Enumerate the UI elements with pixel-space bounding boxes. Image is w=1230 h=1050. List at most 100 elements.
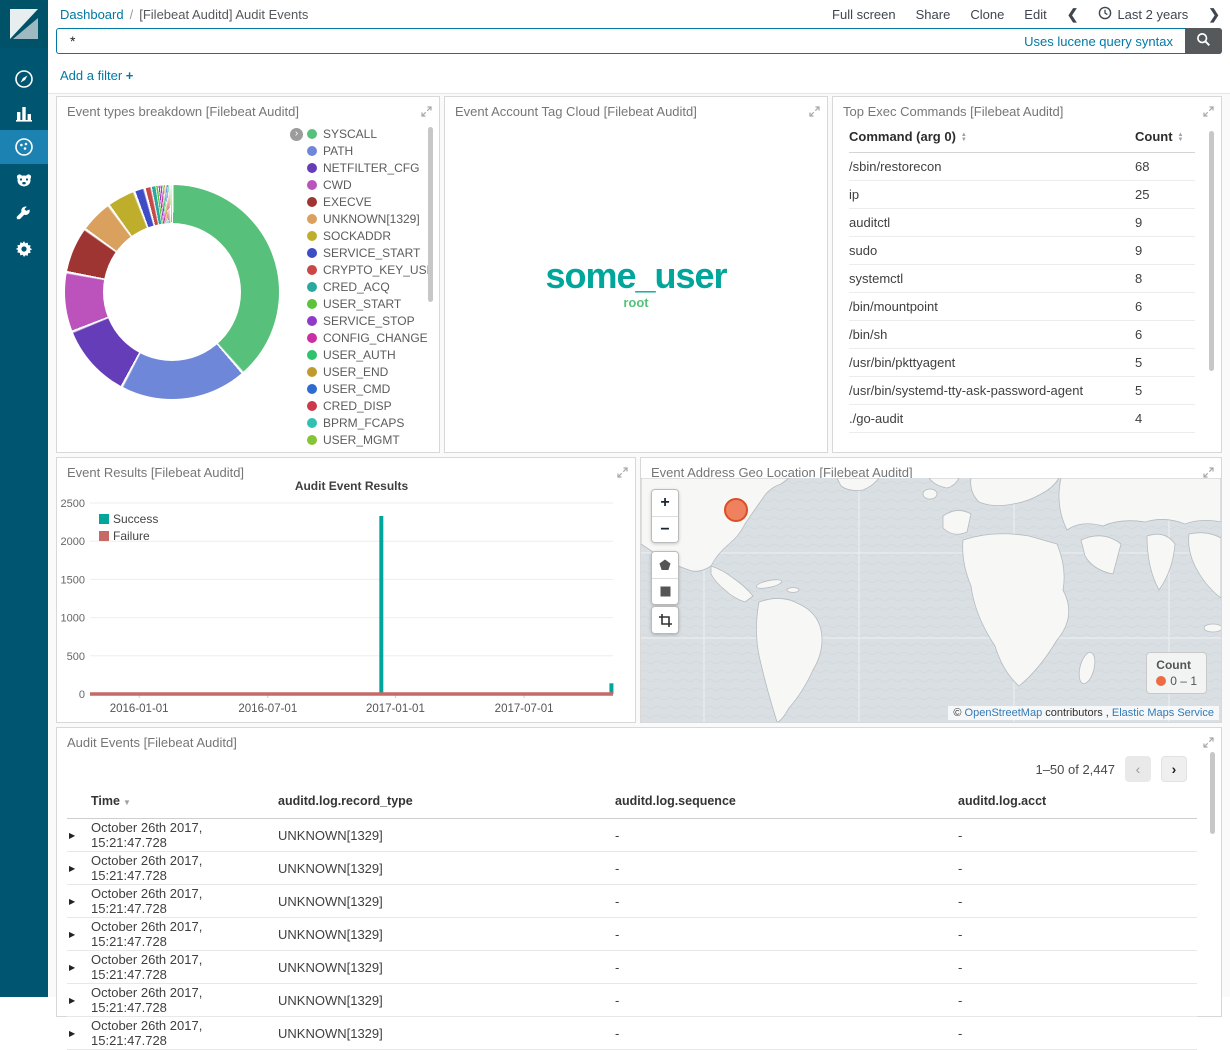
table-row[interactable]: ip25: [849, 181, 1195, 209]
column-header-sequence[interactable]: auditd.log.sequence: [615, 794, 958, 808]
geo-point-marker[interactable]: [725, 499, 747, 521]
expand-panel-icon[interactable]: [421, 104, 432, 115]
legend-dot-icon: [307, 265, 317, 275]
rectangle-tool-button[interactable]: [652, 578, 678, 604]
legend-item[interactable]: CRYPTO_KEY_USER: [307, 261, 429, 278]
table-row[interactable]: ▶October 26th 2017, 15:21:47.728UNKNOWN[…: [67, 819, 1197, 852]
sidebar-item-visualize[interactable]: [0, 96, 48, 130]
table-row[interactable]: ▶October 26th 2017, 15:21:47.728UNKNOWN[…: [67, 984, 1197, 1017]
legend-item[interactable]: CONFIG_CHANGE: [307, 329, 429, 346]
legend-item[interactable]: EXECVE: [307, 193, 429, 210]
event-results-line-chart[interactable]: Audit Event Results050010001500200025002…: [57, 458, 635, 722]
kibana-logo[interactable]: [0, 0, 48, 48]
legend-item[interactable]: NETFILTER_CFG: [307, 159, 429, 176]
elastic-maps-service-link[interactable]: Elastic Maps Service: [1112, 707, 1214, 719]
panel-tag-cloud: Event Account Tag Cloud [Filebeat Auditd…: [444, 96, 828, 453]
sidebar-item-dashboard[interactable]: [0, 130, 48, 164]
previous-page-button[interactable]: ‹: [1125, 756, 1151, 782]
legend-item[interactable]: SERVICE_STOP: [307, 312, 429, 329]
legend-dot-icon: [307, 333, 317, 343]
legend-item[interactable]: UNKNOWN[1329]: [307, 210, 429, 227]
column-header-command[interactable]: Command (arg 0)▲▼: [849, 129, 1135, 144]
sidebar-item-discover[interactable]: [0, 62, 48, 96]
legend-dot-icon: [307, 435, 317, 445]
table-row[interactable]: /usr/bin/pkttyagent5: [849, 349, 1195, 377]
legend-item[interactable]: SERVICE_START: [307, 244, 429, 261]
expand-row-caret-icon[interactable]: ▶: [67, 930, 91, 939]
legend-item[interactable]: SYSCALL: [307, 125, 429, 142]
table-row[interactable]: ▶October 26th 2017, 15:21:47.728UNKNOWN[…: [67, 852, 1197, 885]
polygon-tool-button[interactable]: [652, 552, 678, 578]
expand-panel-icon[interactable]: [1203, 735, 1214, 746]
legend-dot-icon: [307, 384, 317, 394]
time-back-button[interactable]: ❮: [1067, 6, 1079, 23]
crop-tool-button[interactable]: [652, 607, 678, 633]
table-row[interactable]: ▶October 26th 2017, 15:21:47.728UNKNOWN[…: [67, 1017, 1197, 1050]
tag-some-user[interactable]: some_user: [445, 255, 827, 297]
share-button[interactable]: Share: [916, 7, 951, 22]
time-forward-button[interactable]: ❯: [1208, 6, 1220, 23]
table-row[interactable]: /bin/sh6: [849, 321, 1195, 349]
column-header-time[interactable]: Time▼: [91, 794, 278, 808]
column-header-acct[interactable]: auditd.log.acct: [958, 794, 1197, 808]
legend-scrollbar[interactable]: [428, 127, 433, 302]
world-map[interactable]: + − Count: [641, 478, 1221, 722]
legend-item[interactable]: BPRM_FCAPS: [307, 414, 429, 431]
table-row[interactable]: sudo9: [849, 237, 1195, 265]
table-row[interactable]: ▶October 26th 2017, 15:21:47.728UNKNOWN[…: [67, 951, 1197, 984]
legend-item[interactable]: SOCKADDR: [307, 227, 429, 244]
timepicker-button[interactable]: Last 2 years: [1098, 6, 1188, 23]
expand-row-caret-icon[interactable]: ▶: [67, 897, 91, 906]
expand-panel-icon[interactable]: [809, 104, 820, 115]
time-cell: October 26th 2017, 15:21:47.728: [91, 853, 278, 883]
table-row[interactable]: /sbin/restorecon68: [849, 153, 1195, 181]
table-row[interactable]: systemctl8: [849, 265, 1195, 293]
expand-row-caret-icon[interactable]: ▶: [67, 831, 91, 840]
legend-item[interactable]: USER_END: [307, 363, 429, 380]
table-row[interactable]: /usr/bin/systemd-tty-ask-password-agent5: [849, 377, 1195, 405]
table-row[interactable]: ▶October 26th 2017, 15:21:47.728UNKNOWN[…: [67, 885, 1197, 918]
search-button[interactable]: [1185, 28, 1222, 54]
next-page-button[interactable]: ›: [1161, 756, 1187, 782]
legend-item[interactable]: PATH: [307, 142, 429, 159]
event-types-donut-chart[interactable]: [65, 185, 279, 399]
table-scrollbar[interactable]: [1209, 131, 1214, 371]
table-row[interactable]: ▶October 26th 2017, 15:21:47.728UNKNOWN[…: [67, 918, 1197, 951]
full-screen-button[interactable]: Full screen: [832, 7, 896, 22]
expand-row-caret-icon[interactable]: ▶: [67, 1029, 91, 1038]
legend-item[interactable]: CRED_ACQ: [307, 278, 429, 295]
add-filter-button[interactable]: Add a filter +: [60, 68, 133, 83]
edit-button[interactable]: Edit: [1024, 7, 1046, 22]
zoom-in-button[interactable]: +: [652, 490, 678, 516]
openstreetmap-link[interactable]: OpenStreetMap: [965, 707, 1043, 719]
zoom-out-button[interactable]: −: [652, 516, 678, 542]
legend-item[interactable]: USER_MGMT: [307, 431, 429, 447]
legend-item[interactable]: USER_START: [307, 295, 429, 312]
sidebar-item-timelion[interactable]: [0, 164, 48, 198]
table-row[interactable]: ./go-audit4: [849, 405, 1195, 433]
query-input[interactable]: [57, 33, 1024, 49]
legend-label: BPRM_FCAPS: [323, 416, 404, 430]
legend-item[interactable]: USER_AUTH: [307, 346, 429, 363]
table-row[interactable]: /bin/mountpoint6: [849, 293, 1195, 321]
table-scrollbar[interactable]: [1210, 752, 1215, 834]
table-row[interactable]: auditctl9: [849, 209, 1195, 237]
lucene-syntax-link[interactable]: Uses lucene query syntax: [1024, 34, 1173, 49]
expand-row-caret-icon[interactable]: ▶: [67, 864, 91, 873]
clone-button[interactable]: Clone: [970, 7, 1004, 22]
legend-item[interactable]: CWD: [307, 176, 429, 193]
breadcrumb-dashboard-link[interactable]: Dashboard: [60, 7, 124, 22]
count-cell: 9: [1135, 243, 1195, 258]
expand-panel-icon[interactable]: [1203, 104, 1214, 115]
sidebar-item-management[interactable]: [0, 232, 48, 266]
tag-root[interactable]: root: [445, 295, 827, 310]
legend-collapse-button[interactable]: ›: [290, 128, 303, 141]
legend-dot-icon: [307, 350, 317, 360]
expand-panel-icon[interactable]: [1203, 465, 1214, 476]
expand-row-caret-icon[interactable]: ▶: [67, 963, 91, 972]
sidebar-item-devtools[interactable]: [0, 198, 48, 232]
column-header-record-type[interactable]: auditd.log.record_type: [278, 794, 615, 808]
column-header-count[interactable]: Count▲▼: [1135, 129, 1195, 144]
legend-item[interactable]: CRED_DISP: [307, 397, 429, 414]
legend-item[interactable]: USER_CMD: [307, 380, 429, 397]
